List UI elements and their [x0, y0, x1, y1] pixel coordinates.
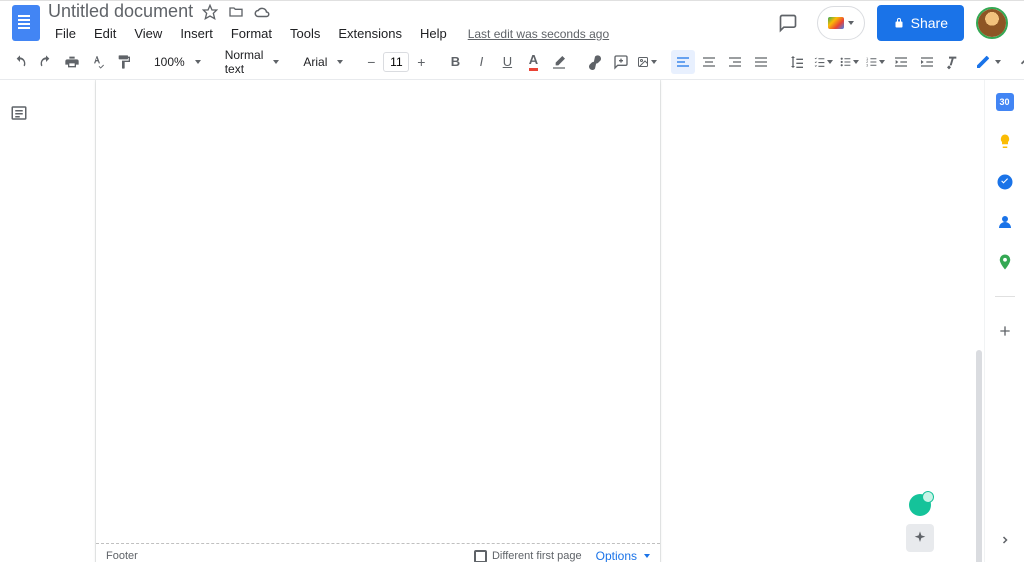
decrease-indent-button[interactable]	[889, 50, 913, 74]
numbered-list-button[interactable]: 123	[863, 50, 887, 74]
clear-formatting-button[interactable]	[941, 50, 965, 74]
tasks-icon[interactable]	[995, 172, 1015, 192]
menu-insert[interactable]: Insert	[173, 24, 220, 43]
align-right-button[interactable]	[723, 50, 747, 74]
docs-logo[interactable]	[8, 5, 44, 41]
text-color-button[interactable]: A	[521, 50, 545, 74]
grammarly-badge[interactable]	[909, 494, 931, 516]
toolbar: 100% Normal text Arial − + B I U A 123	[0, 44, 1024, 80]
paragraph-style-dropdown[interactable]: Normal text	[219, 49, 286, 75]
share-button[interactable]: Share	[877, 5, 964, 41]
menu-file[interactable]: File	[48, 24, 83, 43]
pencil-icon	[975, 54, 991, 70]
increase-indent-button[interactable]	[915, 50, 939, 74]
document-canvas[interactable]: Footer Different first page Options	[40, 80, 984, 562]
maps-icon[interactable]	[995, 252, 1015, 272]
checkbox-icon	[474, 550, 487, 562]
paint-format-button[interactable]	[112, 50, 136, 74]
footer-section-label: Footer	[106, 550, 138, 562]
font-size-decrease[interactable]: −	[361, 52, 381, 72]
insert-image-button[interactable]	[635, 50, 659, 74]
page-1: Footer Different first page Options	[96, 80, 660, 562]
menu-help[interactable]: Help	[413, 24, 454, 43]
redo-button[interactable]	[34, 50, 58, 74]
document-title[interactable]: Untitled document	[48, 1, 193, 22]
checklist-button[interactable]	[811, 50, 835, 74]
different-first-page-label: Different first page	[492, 550, 582, 562]
keep-icon[interactable]	[995, 132, 1015, 152]
insert-link-button[interactable]	[583, 50, 607, 74]
different-first-page-checkbox[interactable]: Different first page	[474, 550, 582, 562]
menu-edit[interactable]: Edit	[87, 24, 123, 43]
bold-button[interactable]: B	[443, 50, 467, 74]
print-button[interactable]	[60, 50, 84, 74]
align-justify-button[interactable]	[749, 50, 773, 74]
menu-extensions[interactable]: Extensions	[331, 24, 409, 43]
scrollbar-thumb[interactable]	[976, 350, 982, 562]
menu-format[interactable]: Format	[224, 24, 279, 43]
collapse-sidepanel-button[interactable]	[993, 528, 1017, 552]
underline-button[interactable]: U	[495, 50, 519, 74]
editing-mode-dropdown[interactable]	[967, 48, 1009, 76]
line-spacing-button[interactable]	[785, 50, 809, 74]
collapse-toolbar-button[interactable]	[1013, 50, 1024, 74]
cloud-status-icon[interactable]	[253, 3, 271, 21]
menu-tools[interactable]: Tools	[283, 24, 327, 43]
menubar: File Edit View Insert Format Tools Exten…	[48, 23, 771, 45]
move-icon[interactable]	[227, 3, 245, 21]
font-size-increase[interactable]: +	[411, 52, 431, 72]
undo-button[interactable]	[8, 50, 32, 74]
svg-text:3: 3	[866, 63, 868, 67]
footer-options-dropdown[interactable]: Options	[596, 549, 650, 562]
contacts-icon[interactable]	[995, 212, 1015, 232]
align-left-button[interactable]	[671, 50, 695, 74]
calendar-icon[interactable]: 30	[995, 92, 1015, 112]
edit-status-link[interactable]: Last edit was seconds ago	[468, 27, 609, 41]
comments-button[interactable]	[771, 6, 805, 40]
meet-button[interactable]	[817, 6, 865, 40]
addons-icon[interactable]	[995, 321, 1015, 341]
insert-comment-button[interactable]	[609, 50, 633, 74]
italic-button[interactable]: I	[469, 50, 493, 74]
font-dropdown[interactable]: Arial	[297, 49, 349, 75]
align-center-button[interactable]	[697, 50, 721, 74]
spellcheck-button[interactable]	[86, 50, 110, 74]
menu-view[interactable]: View	[127, 24, 169, 43]
document-outline-icon[interactable]	[10, 104, 30, 124]
zoom-dropdown[interactable]: 100%	[148, 49, 207, 75]
page-body[interactable]	[96, 80, 660, 543]
bulleted-list-button[interactable]	[837, 50, 861, 74]
explore-button[interactable]	[906, 524, 934, 552]
highlight-color-button[interactable]	[547, 50, 571, 74]
account-avatar[interactable]	[976, 7, 1008, 39]
font-size-input[interactable]	[383, 52, 409, 72]
share-label: Share	[911, 15, 948, 31]
lock-icon	[893, 17, 905, 29]
star-icon[interactable]	[201, 3, 219, 21]
side-panel: 30	[984, 80, 1024, 562]
